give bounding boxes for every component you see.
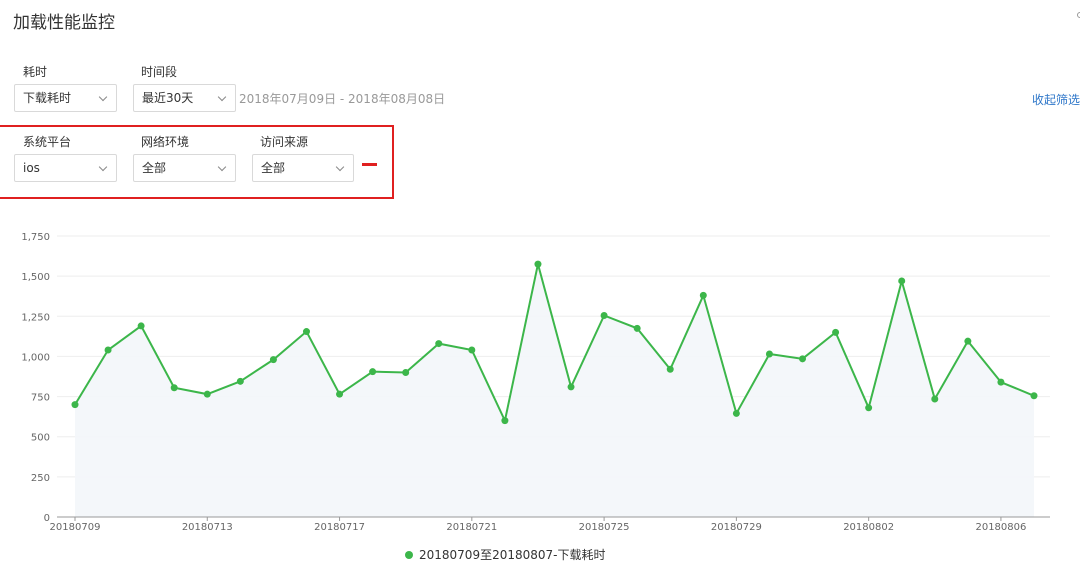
data-point [600,311,608,319]
x-tick-label: 20180729 [711,522,762,532]
chart-legend[interactable]: 20180709至20180807-下载耗时 [405,546,606,563]
network-label: 网络环境 [141,135,190,149]
x-tick-label: 20180725 [579,522,630,532]
data-point [699,291,707,299]
data-point [898,277,906,285]
x-tick-label: 20180717 [314,522,365,532]
chevron-down-icon [98,162,108,172]
y-tick-label: 500 [31,433,50,444]
platform-select[interactable]: ios [14,154,117,182]
collapse-filters-link[interactable]: 收起筛选 [1032,91,1080,108]
data-point [71,401,79,409]
data-point [997,378,1005,386]
data-point [369,368,377,376]
source-select[interactable]: 全部 [252,154,354,182]
y-tick-label: 1,500 [21,272,50,283]
data-point [732,409,740,417]
data-point [633,324,641,332]
chevron-down-icon [98,92,108,102]
y-tick-label: 750 [31,393,50,404]
y-tick-label: 250 [31,473,50,484]
data-point [468,346,476,354]
line-chart: 02505007501,0001,2501,5001,75020180709 20… [21,232,1050,532]
data-point [964,337,972,345]
period-select-value: 最近30天 [142,91,194,105]
y-tick-label: 1,250 [21,312,50,323]
data-point [137,322,145,330]
x-tick-label: 20180802 [843,522,894,532]
data-point [170,384,178,392]
data-point [865,404,873,412]
y-tick-label: 1,000 [21,352,50,363]
data-point [302,328,310,336]
data-point [501,417,509,425]
data-point [799,355,807,363]
data-point [1030,392,1038,400]
x-tick-label: 20180806 [975,522,1026,532]
x-tick-label: 20180713 [182,522,233,532]
page-title: 加载性能监控 [13,13,115,33]
data-point [104,346,112,354]
period-select[interactable]: 最近30天 [133,84,236,112]
x-tick-label: 20180721 [446,522,497,532]
legend-dot-icon [405,550,413,559]
remove-filter-icon[interactable] [362,163,377,166]
data-point [269,356,277,364]
data-point [567,383,575,391]
y-tick-label: 1,750 [21,232,50,243]
data-point [203,390,211,398]
network-select[interactable]: 全部 [133,154,236,182]
chevron-down-icon [217,162,227,172]
data-point [931,395,939,403]
chevron-down-icon [217,92,227,102]
data-point [435,340,443,348]
source-select-value: 全部 [261,161,286,175]
period-label: 时间段 [141,65,178,79]
network-select-value: 全部 [142,161,167,175]
data-point [832,328,840,336]
x-tick-label: 20180709 [50,522,101,532]
metric-select[interactable]: 下载耗时 [14,84,117,112]
data-point [534,260,542,268]
metric-select-value: 下载耗时 [23,91,72,105]
data-point [336,390,344,398]
source-label: 访问来源 [260,135,309,149]
data-point [666,365,674,373]
data-point [402,368,410,376]
date-range-text: 2018年07月09日 - 2018年08月08日 [239,92,446,106]
chevron-down-icon [335,162,345,172]
metric-label: 耗时 [23,65,48,79]
legend-label: 20180709至20180807-下载耗时 [419,548,606,562]
data-point [236,377,244,385]
platform-label: 系统平台 [23,135,72,149]
platform-select-value: ios [23,161,40,175]
data-point [765,350,773,358]
